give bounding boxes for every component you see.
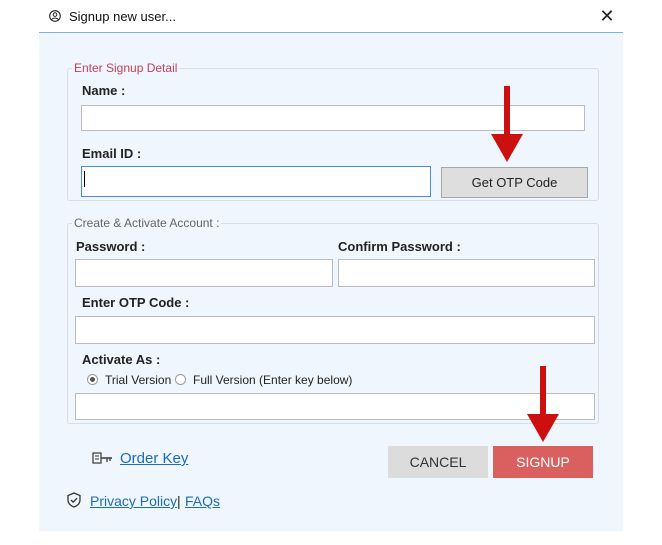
confirm-password-input[interactable] <box>338 259 595 287</box>
arrow-down-icon <box>527 414 559 442</box>
arrow-down-icon <box>491 134 523 162</box>
trial-version-label[interactable]: Trial Version <box>105 373 171 387</box>
arrow-to-signup-shaft <box>540 366 546 416</box>
signup-detail-legend: Enter Signup Detail <box>72 61 180 75</box>
get-otp-button[interactable]: Get OTP Code <box>441 167 588 198</box>
full-version-label[interactable]: Full Version (Enter key below) <box>193 373 352 387</box>
arrow-to-otp-shaft <box>504 86 510 136</box>
user-circle-icon <box>49 10 61 22</box>
otp-code-label: Enter OTP Code : <box>82 295 190 310</box>
activate-as-label: Activate As : <box>82 352 161 367</box>
privacy-policy-link[interactable]: Privacy Policy <box>90 493 177 509</box>
password-input[interactable] <box>75 259 333 287</box>
shield-check-icon <box>67 492 81 508</box>
password-label: Password : <box>76 239 146 254</box>
link-separator: | <box>177 493 181 509</box>
order-key-link[interactable]: Order Key <box>120 450 188 467</box>
email-label: Email ID : <box>82 146 142 161</box>
email-input[interactable] <box>81 166 431 197</box>
order-key-icon <box>92 452 112 464</box>
full-version-radio[interactable] <box>175 374 186 385</box>
confirm-password-label: Confirm Password : <box>338 239 461 254</box>
trial-version-radio[interactable] <box>87 374 98 385</box>
text-caret <box>84 171 85 187</box>
cancel-button[interactable]: CANCEL <box>388 446 488 478</box>
name-label: Name : <box>82 83 126 98</box>
window-title: Signup new user... <box>69 9 176 24</box>
close-button[interactable]: ✕ <box>596 5 618 27</box>
signup-button[interactable]: SIGNUP <box>493 446 593 478</box>
otp-code-input[interactable] <box>75 316 595 344</box>
faqs-link[interactable]: FAQs <box>185 493 220 509</box>
activate-account-legend: Create & Activate Account : <box>72 216 222 230</box>
license-key-input[interactable] <box>75 393 595 420</box>
